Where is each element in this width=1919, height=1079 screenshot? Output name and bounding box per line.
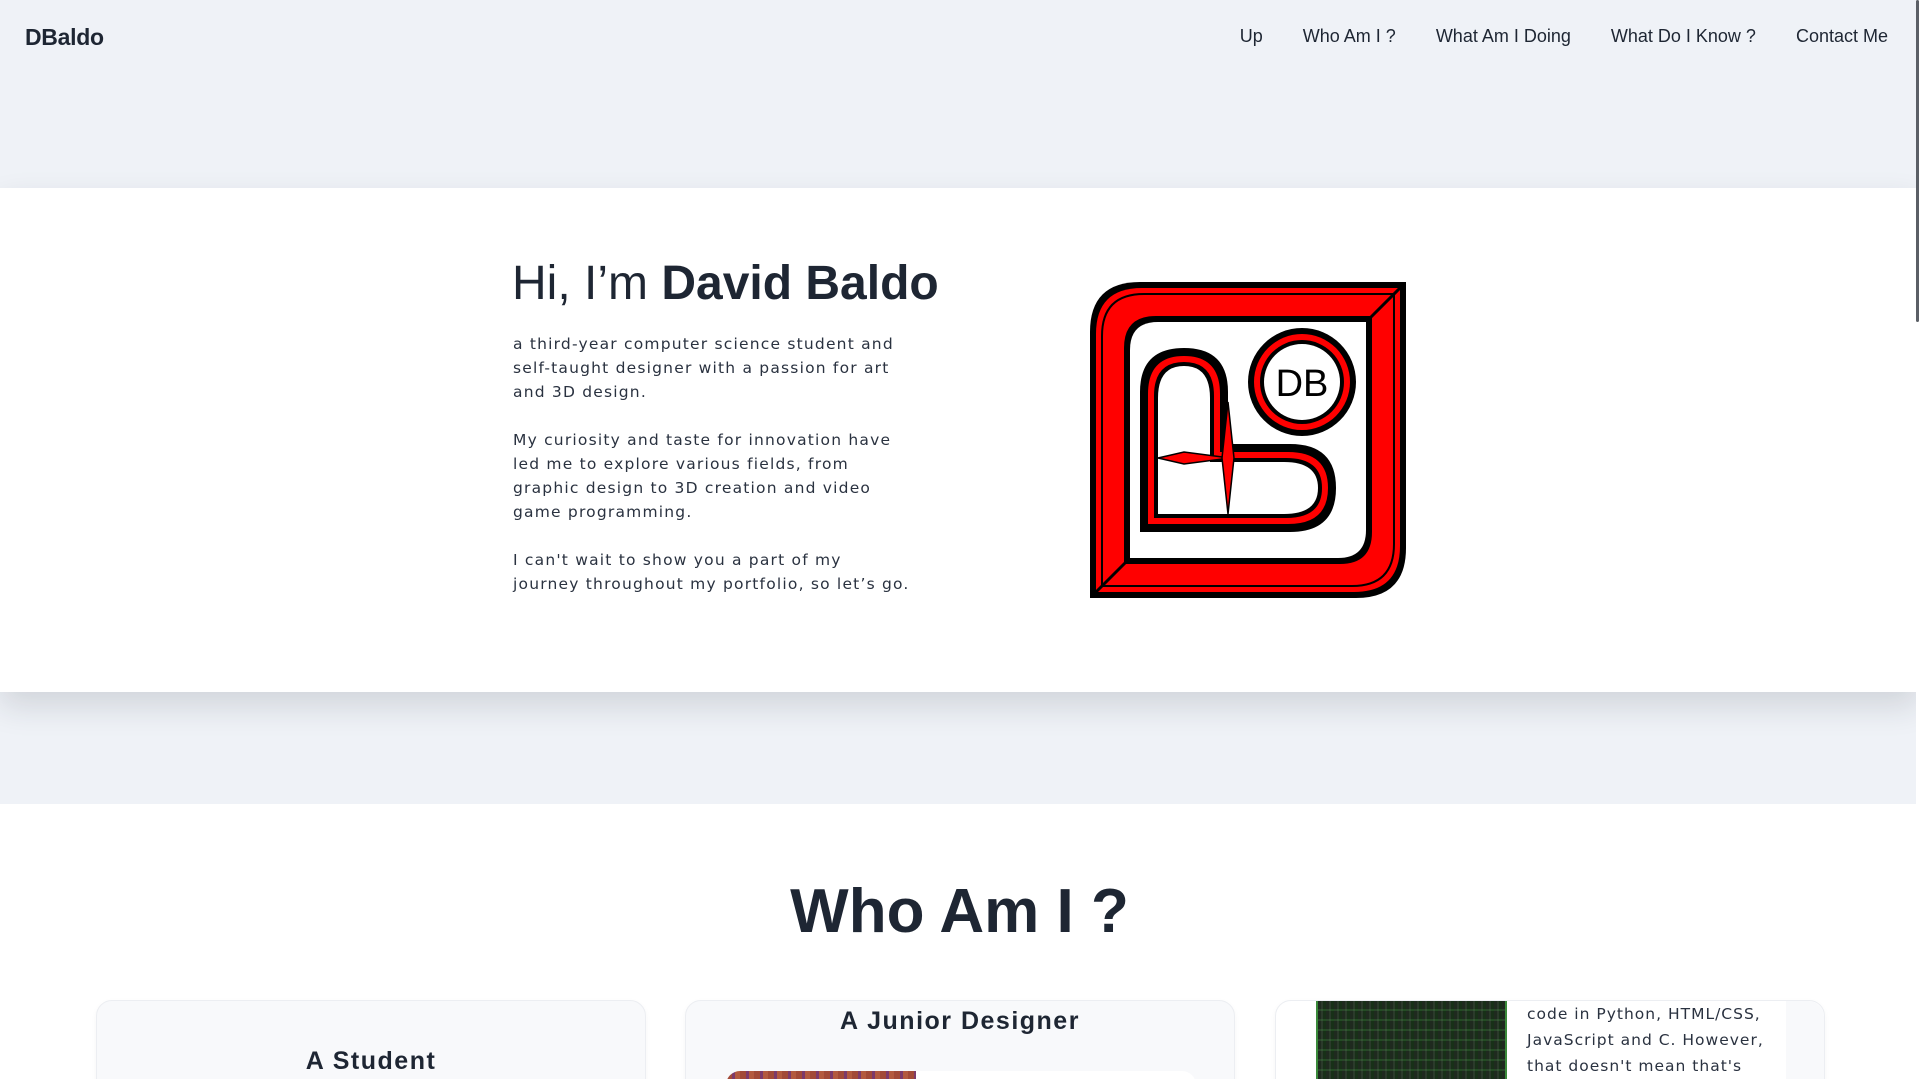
nav-link-up[interactable]: Up [1240, 26, 1263, 47]
wood-texture-image [726, 1071, 916, 1079]
hero-name: David Baldo [661, 257, 939, 310]
hero-paragraph: I can't wait to show you a part of my jo… [513, 551, 910, 593]
design-image [726, 1071, 1196, 1079]
section-title: Who Am I ? [790, 877, 1129, 946]
card-text: code in Python, HTML/CSS, JavaScript and… [1527, 1005, 1764, 1075]
nav-link-who-am-i[interactable]: Who Am I ? [1303, 26, 1396, 47]
portfolio-page: DBaldo Up Who Am I ? What Am I Doing Wha… [0, 0, 1919, 1079]
hero-paragraph: My curiosity and taste for innovation ha… [513, 431, 892, 521]
brand-logo-text[interactable]: DBaldo [25, 24, 104, 51]
nav-links: Up Who Am I ? What Am I Doing What Do I … [1240, 26, 1888, 47]
db-logo-icon: DB [1090, 282, 1406, 598]
nav-link-what-do-i-know[interactable]: What Do I Know ? [1611, 26, 1756, 47]
card-edge [1786, 1001, 1824, 1079]
nav-link-what-am-i-doing[interactable]: What Am I Doing [1436, 26, 1571, 47]
card-developer: code in Python, HTML/CSS, JavaScript and… [1275, 1000, 1825, 1079]
card-student: A Student [96, 1000, 646, 1079]
logo-initials: DB [1276, 363, 1329, 405]
card-title: A Junior Designer [840, 1007, 1080, 1035]
nav-link-contact-me[interactable]: Contact Me [1796, 26, 1888, 47]
card-junior-designer: A Junior Designer [685, 1000, 1235, 1079]
card-title: A Student [305, 1047, 437, 1075]
code-screenshot-image [1316, 1001, 1507, 1079]
hero-section: Hi, I’m David Baldo a third-year compute… [0, 188, 1919, 692]
hero-paragraph: a third-year computer science student an… [513, 335, 894, 401]
who-am-i-section: Who Am I ? A Student A Junior Designer c… [0, 804, 1919, 1079]
hero-description: a third-year computer science student an… [513, 332, 913, 620]
hero-greeting: Hi, I’m [512, 257, 662, 310]
hero-title: Hi, I’m David Baldo [512, 256, 939, 311]
top-navigation: DBaldo Up Who Am I ? What Am I Doing Wha… [0, 0, 1919, 76]
